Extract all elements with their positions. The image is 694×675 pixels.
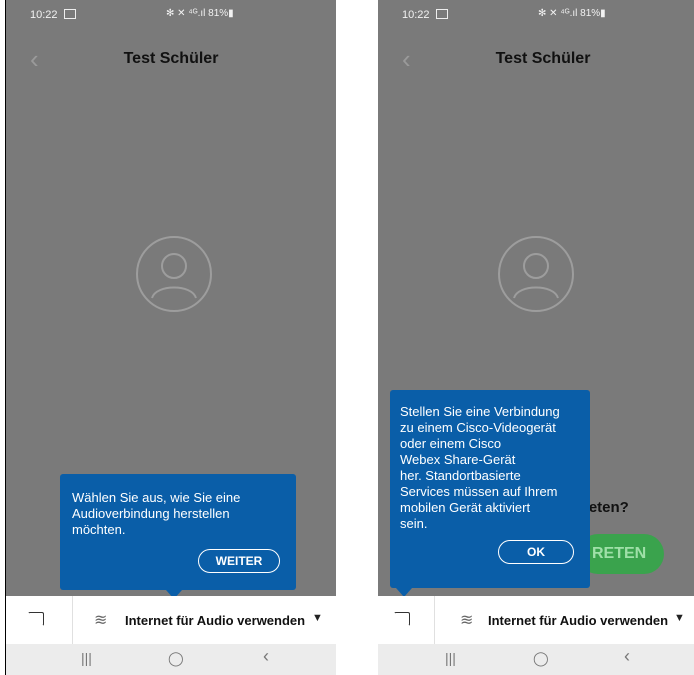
phone-screen-right: 10:22 ✻ ✕ ⁴ᴳ.ıl 81%▮ ‹ Test Schüler tret… (378, 0, 694, 675)
audio-tooltip: Wählen Sie aus, wie Sie eine Audioverbin… (60, 474, 296, 590)
status-icons: ✻ ✕ ⁴ᴳ.ıl 81%▮ (538, 8, 606, 19)
page-title: Test Schüler (123, 50, 219, 67)
wifi-audio-icon: ≋ (460, 612, 474, 629)
android-nav-bar: ||| ◯ ‹ (6, 644, 336, 675)
cast-button[interactable] (378, 596, 435, 644)
join-button[interactable]: RETEN (578, 534, 664, 574)
avatar (136, 236, 212, 312)
tooltip-text: Wählen Sie aus, wie Sie eine Audioverbin… (72, 490, 241, 537)
audio-option-label[interactable]: Internet für Audio verwenden (125, 613, 305, 628)
cast-icon (394, 612, 410, 626)
dropdown-arrow-icon[interactable]: ▼ (312, 612, 323, 624)
person-icon (151, 253, 197, 299)
recent-apps-button[interactable]: ||| (445, 650, 456, 666)
audio-option-label[interactable]: Internet für Audio verwenden (488, 613, 668, 628)
ok-button[interactable]: OK (498, 540, 574, 564)
tooltip-text: Stellen Sie eine Verbindung zu einem Cis… (400, 404, 560, 531)
audio-bar: ≋ Internet für Audio verwenden ▼ (6, 596, 336, 644)
home-button[interactable]: ◯ (168, 650, 184, 667)
status-time: 10:22 (402, 9, 430, 21)
gallery-icon (64, 9, 76, 19)
header: ‹ Test Schüler (6, 40, 336, 80)
status-time: 10:22 (30, 9, 58, 21)
status-bar: 10:22 ✻ ✕ ⁴ᴳ.ıl 81%▮ (378, 0, 694, 28)
gallery-icon (436, 9, 448, 19)
avatar (498, 236, 574, 312)
header: ‹ Test Schüler (378, 40, 694, 80)
recent-apps-button[interactable]: ||| (81, 650, 92, 666)
phone-screen-left: 10:22 ✻ ✕ ⁴ᴳ.ıl 81%▮ ‹ Test Schüler Wähl… (5, 0, 336, 675)
home-button[interactable]: ◯ (533, 650, 549, 667)
cast-icon (28, 612, 44, 626)
dropdown-arrow-icon[interactable]: ▼ (674, 612, 685, 624)
wifi-audio-icon: ≋ (94, 612, 108, 629)
back-button[interactable]: ‹ (263, 646, 269, 667)
status-bar: 10:22 ✻ ✕ ⁴ᴳ.ıl 81%▮ (6, 0, 336, 28)
cast-button[interactable] (6, 596, 73, 644)
person-icon (513, 253, 559, 299)
weiter-button[interactable]: WEITER (198, 549, 280, 573)
page-title: Test Schüler (495, 50, 591, 67)
back-button[interactable]: ‹ (624, 646, 630, 667)
status-icons: ✻ ✕ ⁴ᴳ.ıl 81%▮ (166, 8, 234, 19)
cisco-device-tooltip: Stellen Sie eine Verbindung zu einem Cis… (390, 390, 590, 588)
audio-bar: ≋ Internet für Audio verwenden ▼ (378, 596, 694, 644)
android-nav-bar: ||| ◯ ‹ (378, 644, 694, 675)
